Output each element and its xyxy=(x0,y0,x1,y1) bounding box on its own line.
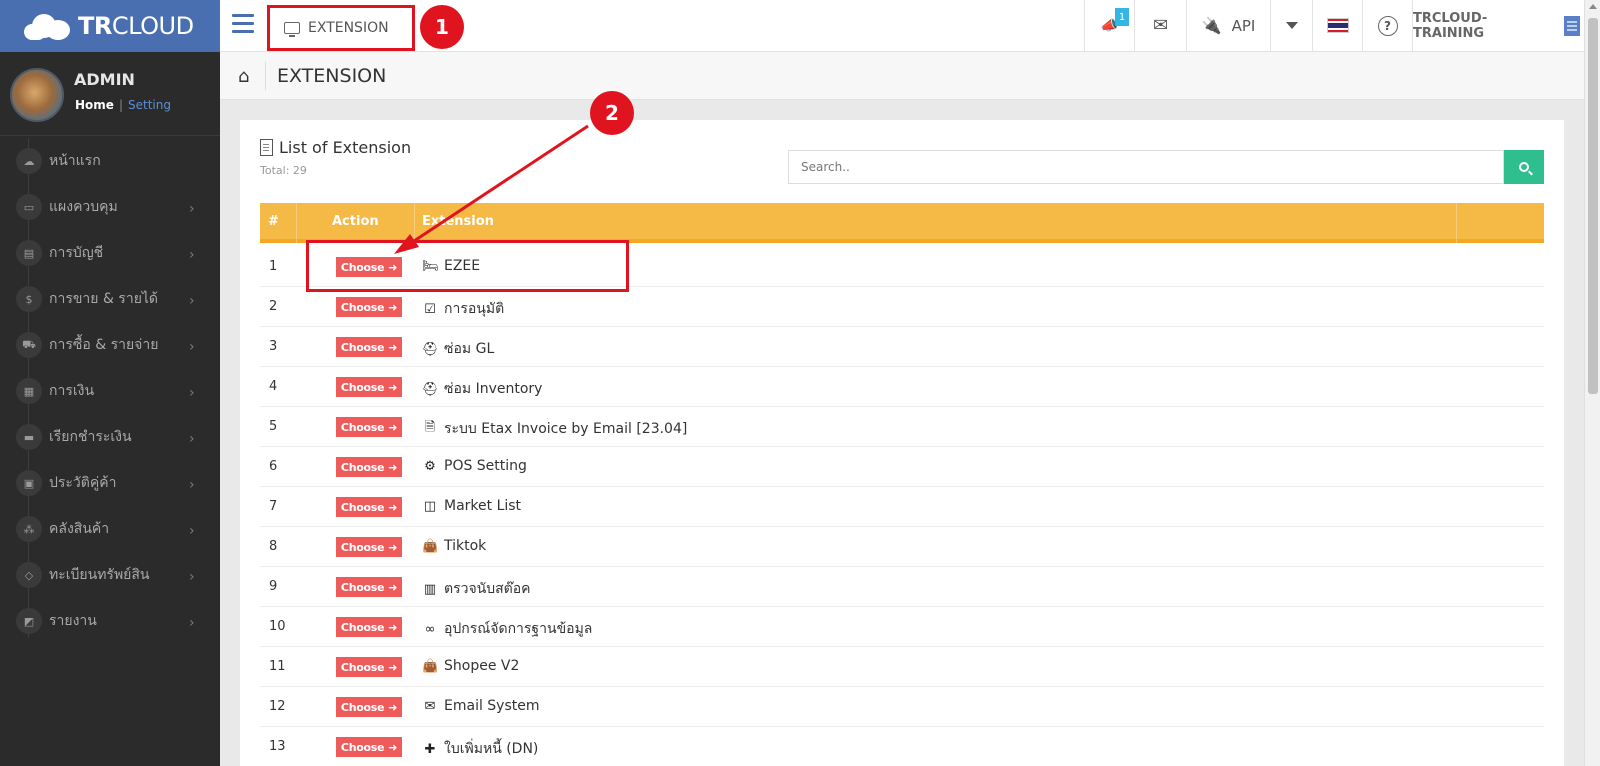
app-window: { "brand": { "bold": "TR", "rest": "CLOU… xyxy=(0,0,1600,766)
annotation-arrow xyxy=(394,124,589,254)
page-scrollbar[interactable] xyxy=(1584,0,1600,766)
scroll-up-icon[interactable] xyxy=(1589,4,1597,9)
scroll-thumb[interactable] xyxy=(1588,18,1598,394)
